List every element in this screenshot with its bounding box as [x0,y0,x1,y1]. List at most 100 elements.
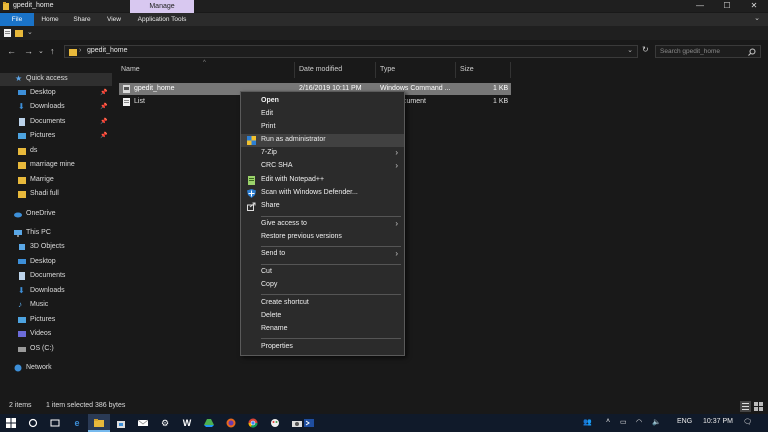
column-header-name[interactable]: Name [121,66,140,73]
menu-item-rename[interactable]: Rename [241,323,404,336]
sidebar-item-documents[interactable]: Documents 📌 [0,116,112,129]
taskbar-app-mail[interactable] [132,414,154,432]
clock[interactable]: 10:37 PM [703,418,733,425]
menu-item-label: Cut [261,268,272,275]
menu-item-edit[interactable]: Edit [241,108,404,121]
menu-item-properties[interactable]: Properties [241,341,404,354]
taskbar-app-powershell[interactable] [298,414,320,432]
taskbar-app-store[interactable] [110,414,132,432]
sidebar-item-music[interactable]: ♪ Music [0,299,112,312]
customize-qat-icon[interactable]: ⌄ [27,28,33,36]
sidebar-item-shadi-full[interactable]: Shadi full [0,188,112,201]
menu-item-restore-versions[interactable]: Restore previous versions [241,231,404,244]
taskbar-app-word[interactable]: W [176,414,198,432]
menu-item-print[interactable]: Print [241,121,404,134]
menu-item-copy[interactable]: Copy [241,279,404,292]
menu-item-share[interactable]: Share [241,200,404,213]
column-header-size[interactable]: Size [460,66,474,73]
sidebar-item-pictures[interactable]: Pictures 📌 [0,130,112,143]
properties-icon[interactable] [4,29,11,37]
tab-share[interactable]: Share [67,13,97,26]
taskbar-app-edge[interactable]: e [66,414,88,432]
sidebar-item-marriage-mine[interactable]: marriage mine [0,159,112,172]
sidebar-item-label: Documents [30,272,66,279]
sidebar-item-this-pc[interactable]: This PC [0,227,112,240]
taskbar-search-button[interactable] [22,414,44,432]
notification-icon[interactable]: 🗨 [743,418,752,426]
menu-item-run-as-administrator[interactable]: Run as administrator [241,134,404,147]
menu-item-delete[interactable]: Delete [241,310,404,323]
start-button[interactable] [0,414,22,432]
sidebar-item-label: Marrige [30,176,54,183]
tab-view[interactable]: View [99,13,129,26]
menu-item-scan-defender[interactable]: Scan with Windows Defender... [241,187,404,200]
menu-item-label: Delete [261,312,282,319]
sidebar-item-3d-objects[interactable]: 3D Objects [0,241,112,254]
column-divider[interactable] [510,62,511,78]
sidebar-item-quick-access[interactable]: ★ Quick access [0,73,112,86]
sidebar-item-downloads-pc[interactable]: ⬇ Downloads [0,285,112,298]
menu-item-crc-sha[interactable]: CRC SHA › [241,160,404,173]
sidebar-item-downloads[interactable]: ⬇ Downloads 📌 [0,101,112,114]
menu-item-cut[interactable]: Cut [241,266,404,279]
forward-arrow-icon[interactable]: → [24,46,33,56]
sidebar-item-pictures-pc[interactable]: Pictures [0,314,112,327]
details-view-icon[interactable] [740,401,751,412]
sidebar-item-os-c[interactable]: OS (C:) [0,343,112,356]
menu-item-edit-notepad[interactable]: Edit with Notepad++ [241,174,404,187]
sidebar-item-marrige[interactable]: Marrige [0,174,112,187]
taskbar-app-chrome[interactable] [242,414,264,432]
taskbar-app-firefox[interactable] [220,414,242,432]
new-folder-icon[interactable] [15,29,23,37]
maximize-button[interactable]: ☐ [715,0,739,12]
wifi-icon[interactable]: ◠ [636,418,642,426]
pictures-icon [18,133,26,139]
sidebar-item-label: marriage mine [30,161,75,168]
address-bar[interactable]: › gpedit_home ⌄ [64,45,638,58]
language-indicator[interactable]: ENG [677,418,692,425]
sidebar-item-desktop[interactable]: Desktop 📌 [0,87,112,100]
sidebar-item-videos[interactable]: Videos [0,328,112,341]
column-divider[interactable] [375,62,376,78]
tab-file[interactable]: File [0,13,34,26]
chevron-down-icon[interactable]: ⌄ [627,46,633,54]
sidebar-item-documents-pc[interactable]: Documents [0,270,112,283]
people-icon[interactable]: 👥 [583,418,592,426]
large-icons-view-icon[interactable] [753,401,764,412]
menu-item-create-shortcut[interactable]: Create shortcut [241,297,404,310]
search-input[interactable]: Search gpedit_home [655,45,761,58]
back-arrow-icon[interactable]: ← [7,46,16,56]
task-view-button[interactable] [44,414,66,432]
column-divider[interactable] [294,62,295,78]
sidebar-item-ds[interactable]: ds [0,145,112,158]
taskbar-app-settings[interactable]: ⚙ [154,414,176,432]
chevron-down-icon[interactable]: ⌄ [754,14,760,22]
tab-application-tools[interactable]: Application Tools [131,13,193,26]
refresh-icon[interactable]: ↻ [642,45,649,54]
tab-home[interactable]: Home [35,13,65,26]
column-header-date[interactable]: Date modified [299,66,342,73]
menu-item-label: Give access to [261,220,307,227]
menu-item-label: Restore previous versions [261,233,342,240]
volume-icon[interactable]: 🔈 [652,418,661,426]
menu-item-7zip[interactable]: 7-Zip › [241,147,404,160]
manage-tab[interactable]: Manage [130,0,194,13]
recent-locations-icon[interactable]: ⌄ [38,47,44,55]
sidebar-item-network[interactable]: Network [0,362,112,375]
sidebar-item-desktop-pc[interactable]: Desktop [0,256,112,269]
column-divider[interactable] [455,62,456,78]
up-arrow-icon[interactable]: ↑ [50,46,55,56]
menu-item-send-to[interactable]: Send to › [241,248,404,261]
close-button[interactable]: ✕ [742,0,766,12]
taskbar-app-explorer[interactable] [88,414,110,432]
minimize-button[interactable]: — [688,0,712,12]
menu-item-give-access[interactable]: Give access to › [241,218,404,231]
column-header-type[interactable]: Type [380,66,395,73]
battery-icon[interactable]: ▭ [620,418,627,426]
chevron-up-icon[interactable]: ˄ [606,418,610,425]
sidebar-item-label: This PC [26,229,51,236]
taskbar-app-paint[interactable] [264,414,286,432]
taskbar-app-drive[interactable] [198,414,220,432]
sidebar-item-onedrive[interactable]: OneDrive [0,208,112,221]
menu-item-open[interactable]: Open [241,95,404,108]
